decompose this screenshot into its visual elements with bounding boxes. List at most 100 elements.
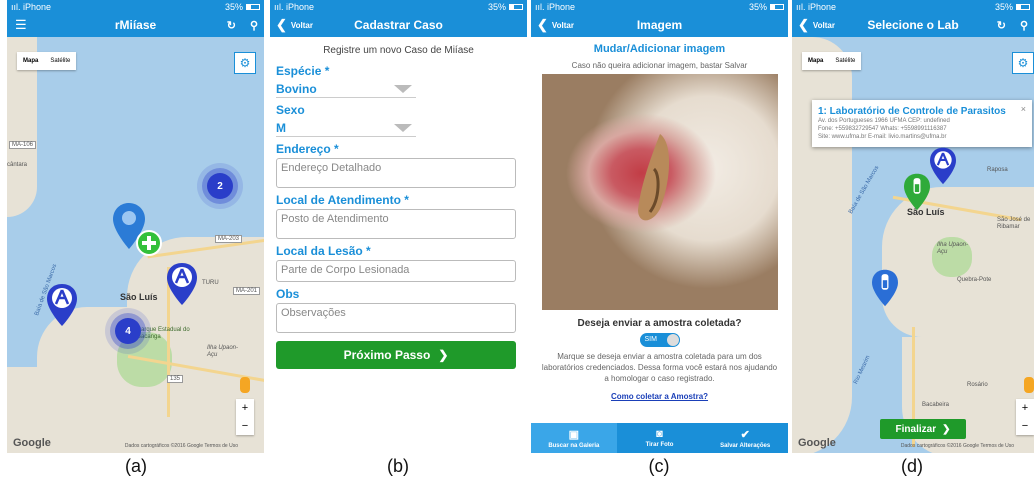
caption-a: (a) bbox=[125, 456, 147, 476]
place-label: cântara bbox=[7, 162, 28, 168]
camera-icon: ◙ bbox=[656, 428, 663, 440]
obs-label: Obs bbox=[276, 287, 300, 301]
refresh-icon[interactable]: ↻ bbox=[997, 19, 1006, 32]
finish-button[interactable]: Finalizar ❯ bbox=[880, 419, 966, 439]
battery-label: 35% bbox=[224, 1, 243, 12]
map-mode-map[interactable]: Mapa bbox=[17, 52, 44, 70]
screen-map-home: ııl. iPhone 35% ☰ rMiíase ↻ ⚲ Mapa Satél… bbox=[7, 0, 264, 453]
road-label: MA-201 bbox=[233, 287, 261, 295]
form-subtitle: Registre um novo Caso de Miíase bbox=[323, 45, 474, 56]
chevron-right-icon: ❯ bbox=[438, 348, 449, 362]
place-label: Rosário bbox=[967, 382, 988, 388]
species-select[interactable]: Bovino bbox=[276, 80, 416, 98]
tab-take-photo[interactable]: ◙ Tirar Foto bbox=[617, 423, 703, 453]
address-input[interactable]: Endereço Detalhado bbox=[276, 158, 516, 188]
chevron-left-icon: ❮ bbox=[537, 17, 548, 32]
back-button[interactable]: ❮ Voltar bbox=[792, 17, 835, 33]
city-label: São Luís bbox=[120, 292, 158, 302]
zoom-out-button[interactable]: − bbox=[1016, 417, 1034, 435]
map-view[interactable]: Mapa Satélite ⚙ × 1: Laboratório de Cont… bbox=[792, 37, 1034, 453]
nav-bar: ❮ Voltar Imagem bbox=[531, 13, 788, 37]
lab-marker-icon[interactable] bbox=[872, 269, 898, 307]
nav-bar: ❮ Voltar Selecione o Lab ↻ ⚲ bbox=[792, 13, 1034, 37]
caption-c: (c) bbox=[648, 456, 670, 476]
street-view-pegman-icon[interactable] bbox=[240, 377, 250, 393]
chevron-left-icon: ❮ bbox=[276, 17, 287, 32]
image-note: Caso não queira adicionar imagem, bastar… bbox=[571, 61, 748, 70]
zoom-in-button[interactable]: + bbox=[236, 399, 254, 417]
settings-gear-icon[interactable]: ⚙ bbox=[234, 52, 256, 74]
lab-marker-icon[interactable] bbox=[167, 263, 197, 305]
status-bar: ııl. iPhone 35% bbox=[7, 0, 264, 13]
settings-gear-icon[interactable]: ⚙ bbox=[1012, 52, 1034, 74]
case-cluster[interactable]: 2 bbox=[207, 173, 233, 199]
nav-bar: ☰ rMiíase ↻ ⚲ bbox=[7, 13, 264, 37]
battery-icon bbox=[509, 3, 523, 10]
map-mode-satellite[interactable]: Satélite bbox=[829, 52, 861, 70]
road-label: MA-203 bbox=[215, 235, 243, 243]
map-attribution[interactable]: Dados cartográficos ©2016 Google Termos … bbox=[901, 443, 1014, 449]
lab-info-window[interactable]: × 1: Laboratório de Controle de Parasito… bbox=[812, 100, 1032, 147]
lab-name: 1: Laboratório de Controle de Parasitos bbox=[818, 106, 1006, 117]
status-bar: ııl. iPhone 35% bbox=[270, 0, 527, 13]
place-label: Bacabeira bbox=[922, 402, 950, 408]
battery-label: 35% bbox=[748, 1, 767, 12]
send-sample-question: Deseja enviar a amostra coletada? bbox=[577, 318, 742, 329]
refresh-icon[interactable]: ↻ bbox=[227, 19, 236, 32]
area-label: Ilha Upaon-Açu bbox=[207, 345, 239, 358]
next-step-button[interactable]: Próximo Passo ❯ bbox=[276, 341, 516, 369]
change-image-link[interactable]: Mudar/Adicionar imagem bbox=[539, 43, 780, 55]
dropdown-arrow-icon bbox=[394, 84, 412, 93]
lab-marker-icon[interactable] bbox=[930, 147, 956, 185]
chevron-left-icon: ❮ bbox=[798, 17, 809, 32]
bay-label: Baía de São Marcos bbox=[847, 164, 881, 216]
service-location-input[interactable]: Posto de Atendimento bbox=[276, 209, 516, 239]
lab-marker-icon[interactable] bbox=[47, 284, 77, 326]
back-button[interactable]: ❮ Voltar bbox=[270, 17, 313, 33]
carrier-label: ııl. iPhone bbox=[11, 1, 52, 12]
nav-bar: ❮ Voltar Cadastrar Caso bbox=[270, 13, 527, 37]
back-button[interactable]: ❮ Voltar bbox=[531, 17, 574, 33]
dropdown-arrow-icon bbox=[394, 123, 412, 132]
close-icon[interactable]: × bbox=[1021, 104, 1026, 114]
lesion-photo bbox=[541, 74, 778, 310]
send-sample-toggle[interactable]: SIM bbox=[639, 333, 680, 347]
zoom-control: + − bbox=[236, 399, 254, 435]
chevron-right-icon: ❯ bbox=[942, 423, 951, 435]
add-case-icon[interactable] bbox=[136, 230, 162, 256]
place-label: São José de Ribamar bbox=[997, 217, 1031, 230]
map-mode-map[interactable]: Mapa bbox=[802, 52, 829, 70]
how-to-collect-link[interactable]: Como coletar a Amostra? bbox=[539, 392, 780, 401]
lesion-location-input[interactable]: Parte de Corpo Lesionada bbox=[276, 260, 516, 282]
obs-input[interactable]: Observações bbox=[276, 303, 516, 333]
case-cluster[interactable]: 4 bbox=[115, 318, 141, 344]
battery-label: 35% bbox=[994, 1, 1013, 12]
case-form: Registre um novo Caso de Miíase Espécie … bbox=[270, 37, 527, 377]
screen-register-case: ııl. iPhone 35% ❮ Voltar Cadastrar Caso R… bbox=[270, 0, 527, 453]
selected-lab-marker-icon[interactable] bbox=[904, 173, 930, 211]
street-view-pegman-icon[interactable] bbox=[1024, 377, 1034, 393]
google-logo: Google bbox=[13, 437, 51, 449]
battery-icon bbox=[1016, 3, 1030, 10]
checkmark-icon: ✔ bbox=[740, 428, 750, 441]
carrier-label: ııl. iPhone bbox=[535, 1, 576, 12]
google-logo: Google bbox=[798, 437, 836, 449]
sex-select[interactable]: M bbox=[276, 119, 416, 137]
zoom-out-button[interactable]: − bbox=[236, 417, 254, 435]
menu-icon[interactable]: ☰ bbox=[7, 17, 27, 33]
species-label: Espécie * bbox=[276, 64, 330, 78]
tab-gallery[interactable]: ▣ Buscar na Galeria bbox=[531, 423, 617, 453]
map-view[interactable]: Mapa Satélite ⚙ MA-106 cântara Baía de S… bbox=[7, 37, 264, 453]
screen-select-lab: ııl. iPhone 35% ❮ Voltar Selecione o Lab … bbox=[792, 0, 1034, 453]
battery-icon bbox=[770, 3, 784, 10]
map-mode-satellite[interactable]: Satélite bbox=[44, 52, 76, 70]
location-icon[interactable]: ⚲ bbox=[250, 19, 258, 32]
battery-label: 35% bbox=[487, 1, 506, 12]
page-title: rMiíase bbox=[114, 18, 157, 32]
location-icon[interactable]: ⚲ bbox=[1020, 19, 1028, 32]
map-attribution[interactable]: Dados cartográficos ©2016 Google Termos … bbox=[125, 443, 238, 449]
zoom-in-button[interactable]: + bbox=[1016, 399, 1034, 417]
lab-site: Site: www.ufma.br E-mail: livio.martins@… bbox=[818, 134, 947, 140]
road-label: MA-106 bbox=[9, 141, 37, 149]
tab-save[interactable]: ✔ Salvar Alterações bbox=[702, 423, 788, 453]
